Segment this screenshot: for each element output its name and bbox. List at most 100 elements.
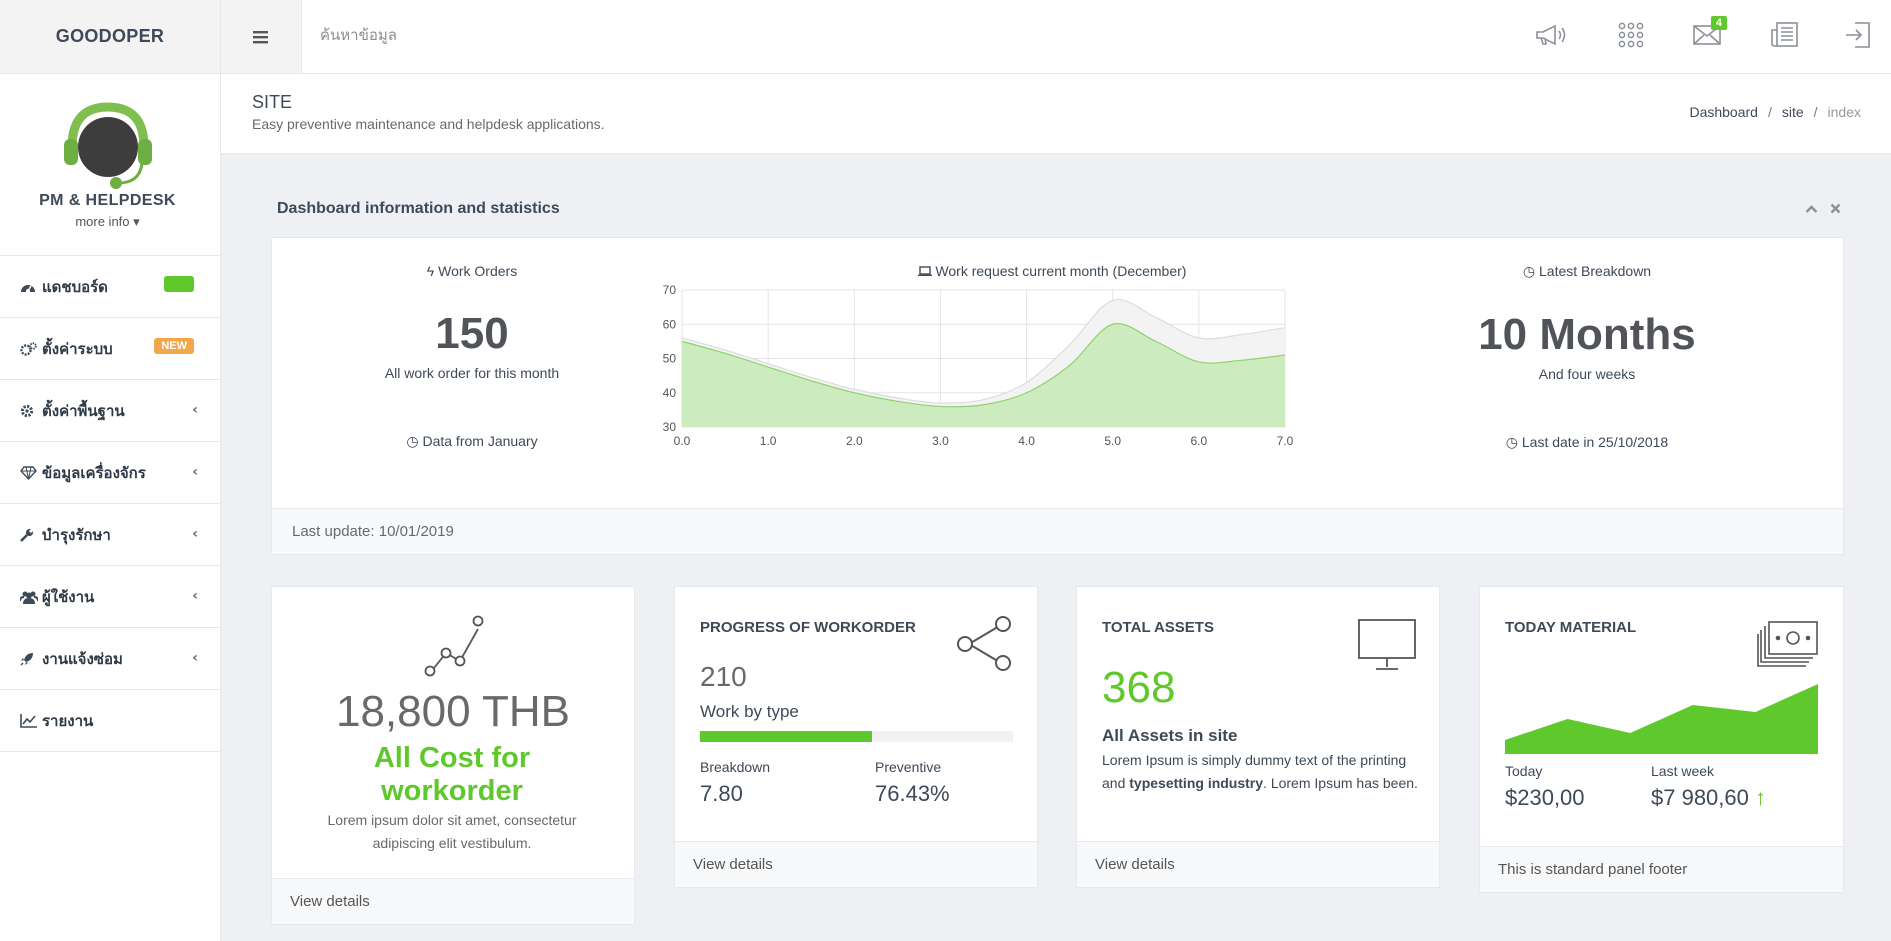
clock-icon: ◷ <box>406 433 419 449</box>
work-request-chart: 30 40 50 60 70 0.0 1.0 2.0 3.0 4.0 5.0 6.0 7.0 <box>663 283 1294 448</box>
rocket-icon <box>20 651 38 667</box>
x-tick-label: 0.0 <box>674 434 691 448</box>
y-tick-label: 50 <box>663 352 677 366</box>
sidebar-item-machine-data[interactable]: ข้อมูลเครื่องจักร ‹ <box>0 442 220 504</box>
breakdown-stat-label: Breakdown <box>700 759 771 775</box>
version-badge: V.1 <box>164 276 194 292</box>
sidebar-item-repair-requests[interactable]: งานแจ้งซ่อม ‹ <box>0 628 220 690</box>
breadcrumb-site[interactable]: site <box>1782 104 1804 120</box>
material-widget: TODAY MATERIAL Today $230,00 Last week $… <box>1479 586 1844 893</box>
hamburger-icon <box>253 30 268 43</box>
x-tick-label: 1.0 <box>760 434 777 448</box>
line-graph-icon <box>424 615 484 677</box>
sidebar-item-maintenance[interactable]: บำรุงรักษา ‹ <box>0 504 220 566</box>
work-orders-value: 150 <box>435 309 509 358</box>
reports-button[interactable] <box>1765 18 1805 52</box>
sidebar-item-system-settings[interactable]: ตั้งค่าระบบ NEW <box>0 318 220 380</box>
breakdown-desc: And four weeks <box>1538 366 1636 382</box>
material-lastweek-label: Last week <box>1651 763 1715 779</box>
helpdesk-avatar <box>64 102 152 189</box>
dashboard-panel-footer: Last update: 10/01/2019 <box>271 508 1844 555</box>
laptop-icon <box>917 263 932 279</box>
breadcrumb-index: index <box>1827 104 1861 120</box>
clock-icon: ◷ <box>1522 263 1536 279</box>
logout-button[interactable] <box>1838 18 1878 52</box>
sparkline-area <box>1505 684 1818 754</box>
document-icon <box>1771 22 1798 47</box>
breadcrumb: Dashboard / site / index <box>1689 104 1861 120</box>
chevron-left-icon: ‹ <box>192 464 198 480</box>
page-subtitle: Easy preventive maintenance and helpdesk… <box>252 116 605 132</box>
dashboard-panel-title: Dashboard information and statistics <box>277 200 560 217</box>
chevron-left-icon: ‹ <box>192 588 198 604</box>
sidebar-item-basic-settings[interactable]: ตั้งค่าพื้นฐาน ‹ <box>0 380 220 442</box>
more-info-dropdown[interactable]: more info ▾ <box>0 214 215 230</box>
top-navbar: GOODOPER 4 <box>0 0 1891 74</box>
new-badge: NEW <box>154 338 194 354</box>
diamond-icon <box>20 465 38 481</box>
progress-widget: PROGRESS OF WORKORDER 210 Work by type B… <box>674 586 1038 888</box>
page-title: SITE <box>252 92 293 112</box>
work-orders-note: Data from January <box>422 433 538 449</box>
breakdown-label: Latest Breakdown <box>1539 263 1652 279</box>
x-tick-label: 3.0 <box>932 434 949 448</box>
money-stack-icon <box>1757 621 1818 667</box>
preventive-stat-value: 76.43% <box>875 781 950 806</box>
y-tick-label: 70 <box>663 283 677 297</box>
material-panel-footer: This is standard panel footer <box>1480 846 1843 892</box>
sidebar-item-reports[interactable]: รายงาน <box>0 690 220 752</box>
users-icon <box>20 589 38 605</box>
mail-count-badge: 4 <box>1710 16 1727 30</box>
material-today-value: $230,00 <box>1505 785 1585 810</box>
brand-logo[interactable]: GOODOPER <box>0 0 221 73</box>
progress-title: PROGRESS OF WORKORDER <box>700 619 916 636</box>
clock-icon: ◷ <box>1505 434 1518 450</box>
profile-block: PM & HELPDESK more info ▾ <box>0 74 220 256</box>
gear-icon <box>20 403 38 419</box>
assets-subtitle: All Assets in site <box>1102 726 1238 745</box>
cost-view-details-link[interactable]: View details <box>272 878 634 924</box>
assets-value: 368 <box>1102 663 1176 712</box>
chevron-left-icon: ‹ <box>192 526 198 542</box>
assets-widget: TOTAL ASSETS 368 All Assets in site Lore… <box>1076 586 1440 888</box>
progress-bar-fill <box>700 731 873 742</box>
assets-view-details-link[interactable]: View details <box>1077 841 1439 887</box>
chart-title: Work request current month (December) <box>935 263 1187 279</box>
messages-button[interactable]: 4 <box>1687 16 1727 52</box>
menu-toggle-button[interactable] <box>221 0 302 73</box>
apps-button[interactable] <box>1611 18 1651 52</box>
close-icon[interactable] <box>1830 201 1841 217</box>
progress-view-details-link[interactable]: View details <box>675 841 1037 887</box>
breakdown-note: Last date in 25/10/2018 <box>1521 434 1669 450</box>
announcement-button[interactable] <box>1532 18 1572 52</box>
cost-widget: 18,800 THB All Cost for workorder Lorem … <box>271 586 635 925</box>
sidebar-item-label: ตั้งค่าพื้นฐาน <box>42 401 125 420</box>
material-lastweek-value: $7 980,60 <box>1651 785 1749 810</box>
x-tick-label: 6.0 <box>1191 434 1208 448</box>
x-tick-label: 7.0 <box>1277 434 1294 448</box>
sidebar-item-dashboard[interactable]: แดชบอร์ด V.1 <box>0 256 220 318</box>
x-tick-label: 2.0 <box>846 434 863 448</box>
lightning-icon: ϟ <box>426 263 435 279</box>
breadcrumb-dashboard[interactable]: Dashboard <box>1689 104 1758 120</box>
x-tick-label: 5.0 <box>1104 434 1121 448</box>
work-orders-desc: All work order for this month <box>384 365 560 381</box>
x-tick-label: 4.0 <box>1018 434 1035 448</box>
sidebar-item-label: แดชบอร์ด <box>42 277 108 296</box>
breakdown-value: 10 Months <box>1478 310 1696 359</box>
chevron-left-icon: ‹ <box>192 402 198 418</box>
apps-grid-icon <box>1618 22 1644 48</box>
panel-tools <box>1805 201 1841 217</box>
sidebar-item-users[interactable]: ผู้ใช้งาน ‹ <box>0 566 220 628</box>
collapse-icon[interactable] <box>1805 201 1818 217</box>
monitor-icon <box>1358 619 1416 670</box>
y-tick-label: 40 <box>663 386 677 400</box>
chevron-left-icon: ‹ <box>192 650 198 666</box>
y-tick-label: 30 <box>663 420 677 434</box>
breakdown-stat: ◷ Latest Breakdown 10 Months And four we… <box>1387 263 1787 451</box>
breakdown-stat-value: 7.80 <box>700 781 743 806</box>
preventive-stat-label: Preventive <box>875 759 942 775</box>
megaphone-icon <box>1536 24 1566 46</box>
search-input[interactable] <box>320 22 720 48</box>
sidebar-item-label: ผู้ใช้งาน <box>42 587 95 606</box>
